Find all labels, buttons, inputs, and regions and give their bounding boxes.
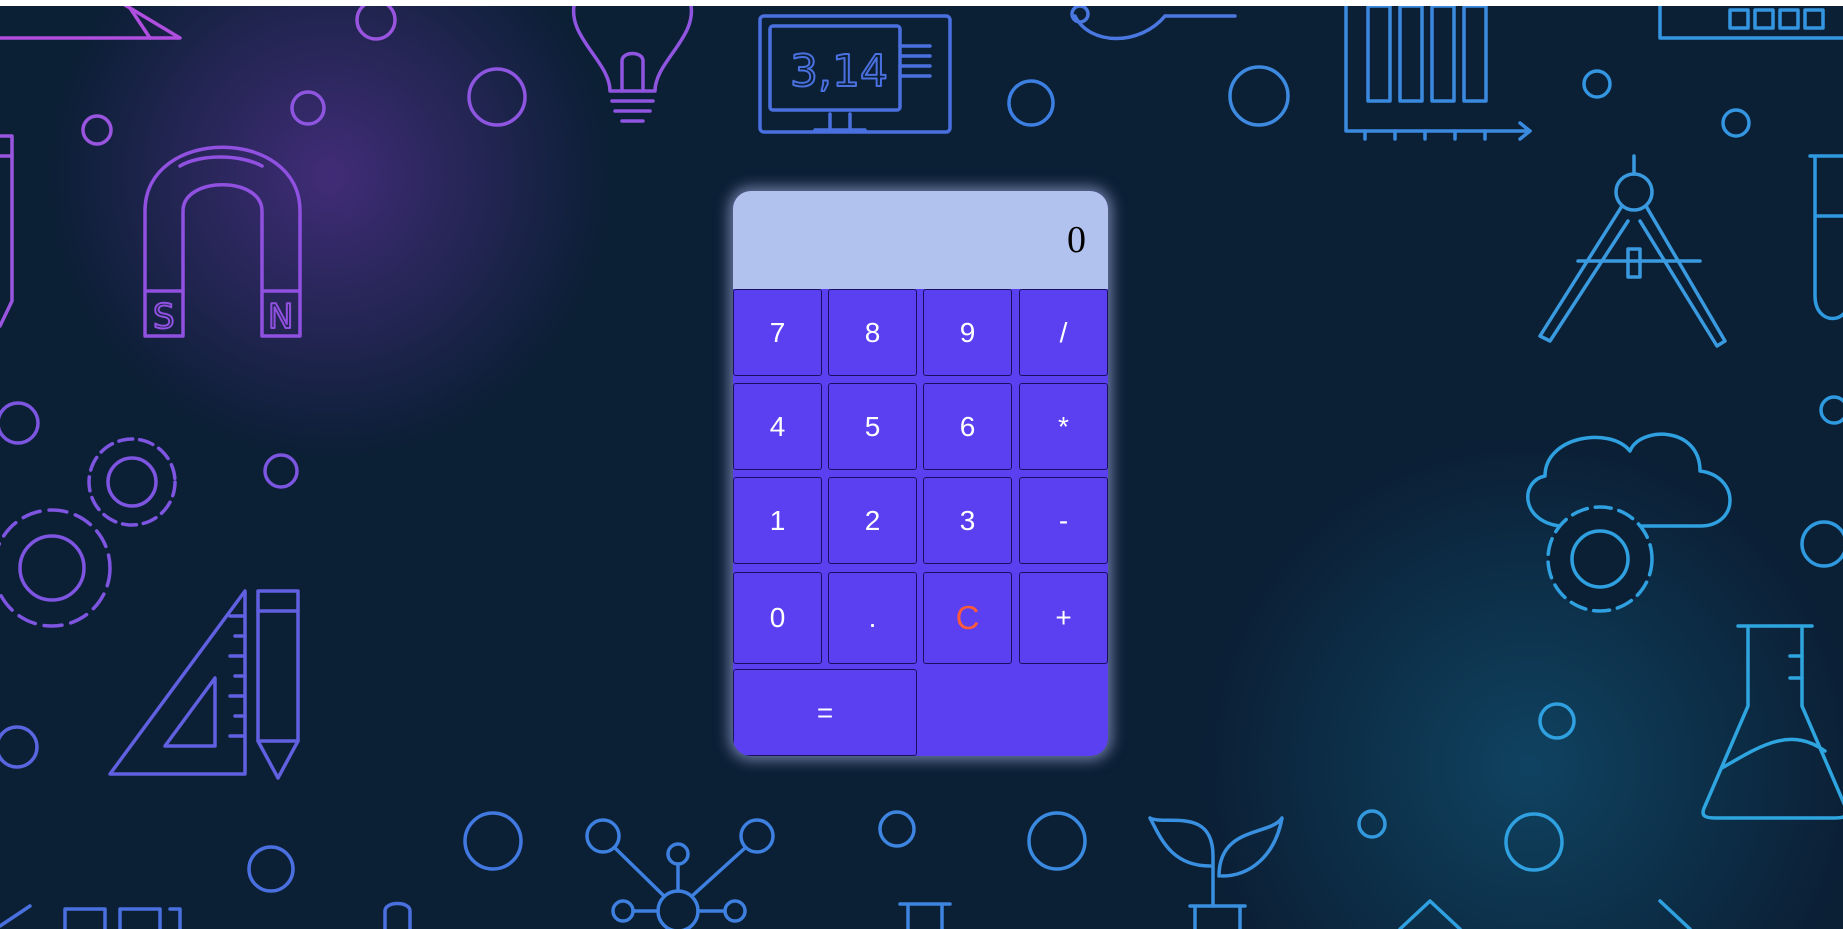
key-3-button[interactable]: 3 <box>923 477 1012 564</box>
pencil-icon <box>0 134 14 328</box>
microscope-icon <box>1070 6 1237 41</box>
key-6-button[interactable]: 6 <box>923 383 1012 470</box>
gears-icon <box>0 437 177 628</box>
plant-icon <box>1148 816 1284 929</box>
key-5-button[interactable]: 5 <box>828 383 917 470</box>
clear-button[interactable]: C <box>923 572 1012 664</box>
key-1-button[interactable]: 1 <box>733 477 822 564</box>
flask-icon <box>1701 624 1843 820</box>
beaker-icon <box>898 902 952 929</box>
ruler-icon <box>0 6 182 40</box>
magnet-south-label: S <box>153 297 175 337</box>
set-square-icon <box>108 589 247 776</box>
key-2-button[interactable]: 2 <box>828 477 917 564</box>
lightbulb-icon <box>571 6 694 123</box>
key-8-button[interactable]: 8 <box>828 289 917 376</box>
calculator-display: 0 <box>733 191 1108 289</box>
bar-chart-icon <box>1344 6 1532 141</box>
key-0-button[interactable]: 0 <box>733 572 822 664</box>
minus-button[interactable]: - <box>1019 477 1108 564</box>
pi-label: 3,14 <box>790 46 888 97</box>
magnet-north-label: N <box>268 297 293 337</box>
abacus-icon <box>1658 6 1843 40</box>
test-tube-icon <box>1808 154 1843 321</box>
divide-button[interactable]: / <box>1019 289 1108 376</box>
equals-button[interactable]: = <box>733 669 917 756</box>
plus-button[interactable]: + <box>1019 572 1108 664</box>
calculator: 0 7 8 9 / 4 5 6 * 1 2 3 - 0 . C + = <box>733 191 1108 756</box>
cloud-gear-icon <box>1526 432 1732 613</box>
decimal-button[interactable]: . <box>828 572 917 664</box>
key-9-button[interactable]: 9 <box>923 289 1012 376</box>
key-7-button[interactable]: 7 <box>733 289 822 376</box>
books-icon <box>0 901 412 929</box>
triangle-icon <box>1398 899 1692 929</box>
key-4-button[interactable]: 4 <box>733 383 822 470</box>
pencil-icon <box>256 589 300 780</box>
molecule-icon <box>585 818 775 929</box>
magnet-icon: S N <box>143 145 302 338</box>
multiply-button[interactable]: * <box>1019 383 1108 470</box>
monitor-icon: 3,14 <box>758 14 952 134</box>
page-background: 3,14 S N 0 7 8 9 / 4 5 6 * 1 2 3 - 0 . C… <box>0 6 1843 929</box>
compass-icon <box>1538 154 1727 348</box>
